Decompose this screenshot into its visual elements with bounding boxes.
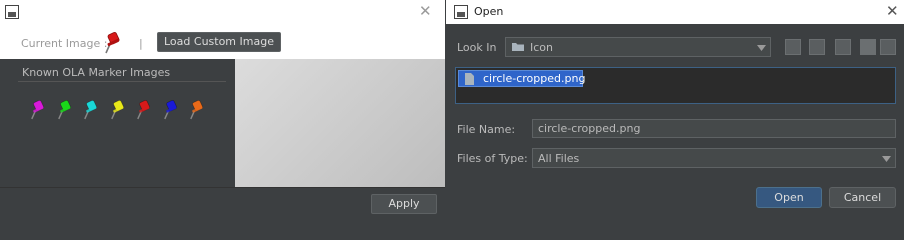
file-list-item[interactable]: circle-cropped.png	[458, 70, 586, 87]
list-view-icon[interactable]	[860, 39, 876, 55]
file-name: circle-cropped.png	[483, 72, 586, 85]
java-app-icon	[5, 5, 19, 19]
chevron-down-icon	[882, 156, 891, 162]
image-preview	[235, 59, 445, 187]
apply-button[interactable]: Apply	[371, 194, 437, 214]
known-markers-list	[30, 98, 220, 122]
file-name-input[interactable]	[532, 119, 896, 138]
dialog-title: Open	[474, 5, 504, 18]
new-folder-icon[interactable]	[835, 39, 851, 55]
close-icon[interactable]: ✕	[419, 3, 432, 19]
marker-pin-icon[interactable]	[163, 98, 181, 120]
current-image-bar: Current Image : | Load Custom Image	[0, 24, 445, 59]
home-icon[interactable]	[809, 39, 825, 55]
look-in-select[interactable]: Icon	[505, 37, 771, 57]
files-of-type-select[interactable]: All Files	[532, 148, 896, 168]
files-of-type-value: All Files	[538, 152, 580, 165]
left-footer: Apply	[0, 187, 445, 218]
marker-pin-icon[interactable]	[189, 98, 207, 120]
close-icon[interactable]: ✕	[886, 3, 899, 19]
folder-icon	[512, 43, 524, 51]
separator: |	[139, 37, 143, 50]
current-marker-pin-icon	[105, 32, 120, 54]
marker-pin-icon[interactable]	[30, 98, 48, 120]
files-of-type-label: Files of Type:	[457, 152, 528, 165]
file-name-label: File Name:	[457, 123, 516, 136]
load-custom-image-button[interactable]: Load Custom Image	[157, 32, 281, 52]
current-image-label: Current Image :	[21, 37, 108, 50]
left-titlebar: ✕	[0, 0, 445, 24]
details-view-icon[interactable]	[880, 39, 896, 55]
marker-pin-icon[interactable]	[83, 98, 101, 120]
marker-pin-icon[interactable]	[57, 98, 75, 120]
chevron-down-icon	[757, 45, 766, 51]
cancel-button[interactable]: Cancel	[829, 187, 896, 208]
open-dialog-titlebar: Open ✕	[446, 0, 904, 24]
known-markers-title: Known OLA Marker Images	[22, 66, 171, 79]
look-in-value: Icon	[530, 41, 553, 54]
up-folder-icon[interactable]	[785, 39, 801, 55]
open-dialog	[446, 0, 904, 218]
open-button[interactable]: Open	[756, 187, 822, 208]
java-app-icon	[454, 5, 468, 19]
marker-pin-icon[interactable]	[110, 98, 128, 120]
look-in-label: Look In	[457, 41, 497, 54]
file-icon	[465, 73, 474, 85]
marker-pin-icon[interactable]	[136, 98, 154, 120]
section-divider	[18, 81, 226, 82]
